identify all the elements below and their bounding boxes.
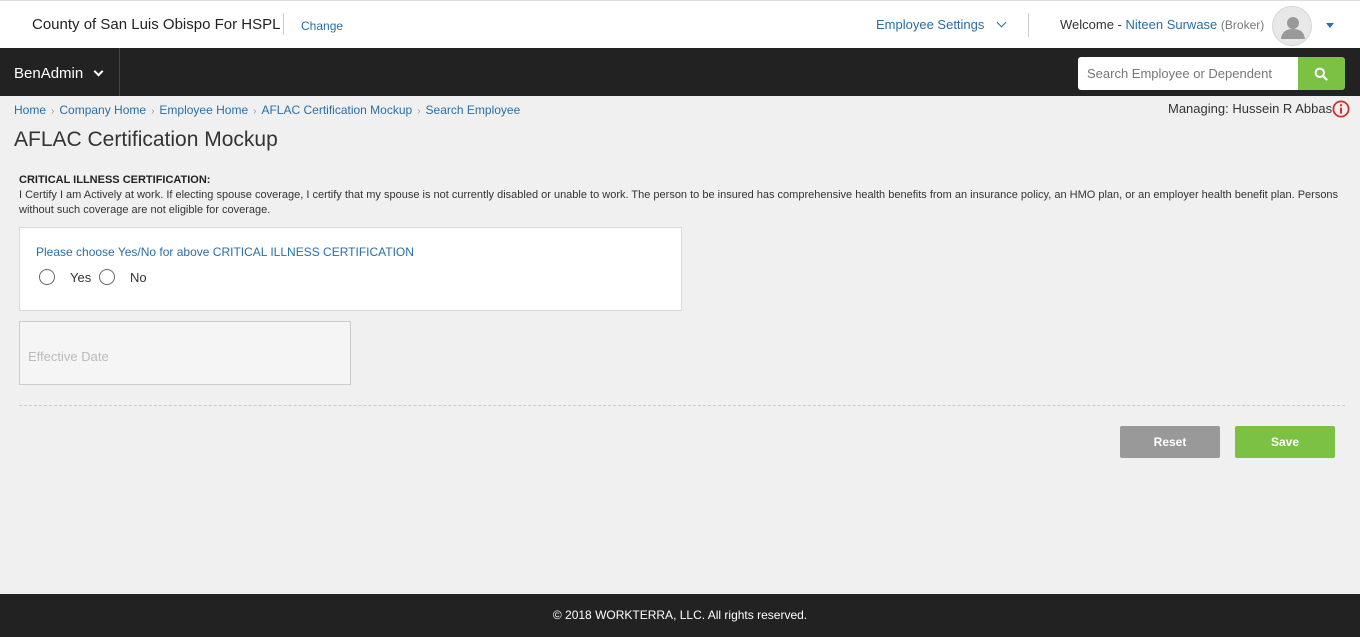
user-name-link[interactable]: Niteen Surwase	[1126, 17, 1218, 32]
section-divider	[19, 405, 1345, 406]
breadcrumb-separator-icon: ›	[253, 106, 257, 117]
user-role: (Broker)	[1220, 18, 1265, 32]
app-menu-button[interactable]: BenAdmin	[0, 48, 120, 96]
app-menu-label: BenAdmin	[14, 65, 84, 82]
effective-date-placeholder: Effective Date	[28, 349, 109, 364]
user-menu-caret-icon[interactable]	[1326, 23, 1334, 28]
certification-question: Please choose Yes/No for above CRITICAL …	[36, 245, 414, 259]
managing-name: Hussein R Abbas	[1232, 101, 1333, 116]
certification-text: I Certify I am Actively at work. If elec…	[19, 189, 1339, 216]
reset-button[interactable]: Reset	[1120, 426, 1220, 458]
search-button[interactable]	[1298, 57, 1345, 90]
breadcrumb-separator-icon: ›	[151, 106, 155, 117]
certification-heading: CRITICAL ILLNESS CERTIFICATION:	[19, 174, 211, 186]
search-icon	[1314, 67, 1328, 81]
managing-label: Managing:	[1168, 101, 1229, 116]
breadcrumb-employee-home[interactable]: Employee Home	[159, 103, 248, 117]
save-button[interactable]: Save	[1235, 426, 1335, 458]
divider	[1028, 13, 1029, 37]
no-radio-label[interactable]: No	[130, 270, 147, 285]
breadcrumb: Home › Company Home › Employee Home › AFLAC Ce…	[14, 103, 520, 117]
chevron-down-icon	[93, 66, 104, 77]
breadcrumb-aflac-certification[interactable]: AFLAC Certification Mockup	[261, 103, 412, 117]
main-nav-bar: BenAdmin	[0, 48, 1360, 96]
footer-copyright: © 2018 WORKTERRA, LLC. All rights reserv…	[0, 594, 1360, 637]
company-name: County of San Luis Obispo For HSPL	[32, 16, 281, 33]
info-icon[interactable]	[1332, 100, 1350, 118]
top-header: County of San Luis Obispo For HSPL Chang…	[0, 0, 1360, 48]
yes-radio[interactable]	[39, 269, 55, 285]
change-company-link[interactable]: Change	[301, 19, 343, 33]
employee-search-input[interactable]	[1078, 57, 1298, 90]
employee-settings-menu[interactable]: Employee Settings	[876, 17, 1007, 32]
welcome-text: Welcome - Niteen Surwase (Broker)	[1060, 17, 1264, 32]
yes-radio-label[interactable]: Yes	[70, 270, 91, 285]
certification-choice-panel: Please choose Yes/No for above CRITICAL …	[19, 227, 682, 311]
breadcrumb-company-home[interactable]: Company Home	[59, 103, 146, 117]
no-radio[interactable]	[99, 269, 115, 285]
employee-settings-label: Employee Settings	[876, 17, 985, 32]
divider	[283, 13, 284, 35]
managing-info: Managing: Hussein R Abbas	[1168, 101, 1332, 116]
breadcrumb-home[interactable]: Home	[14, 103, 46, 117]
welcome-label: Welcome -	[1060, 17, 1122, 32]
effective-date-field[interactable]: Effective Date	[19, 321, 351, 385]
chevron-down-icon	[996, 17, 1007, 28]
breadcrumb-search-employee[interactable]: Search Employee	[426, 103, 521, 117]
breadcrumb-separator-icon: ›	[417, 106, 421, 117]
page-title: AFLAC Certification Mockup	[14, 128, 278, 151]
user-avatar-icon[interactable]	[1272, 6, 1312, 46]
breadcrumb-separator-icon: ›	[51, 106, 55, 117]
